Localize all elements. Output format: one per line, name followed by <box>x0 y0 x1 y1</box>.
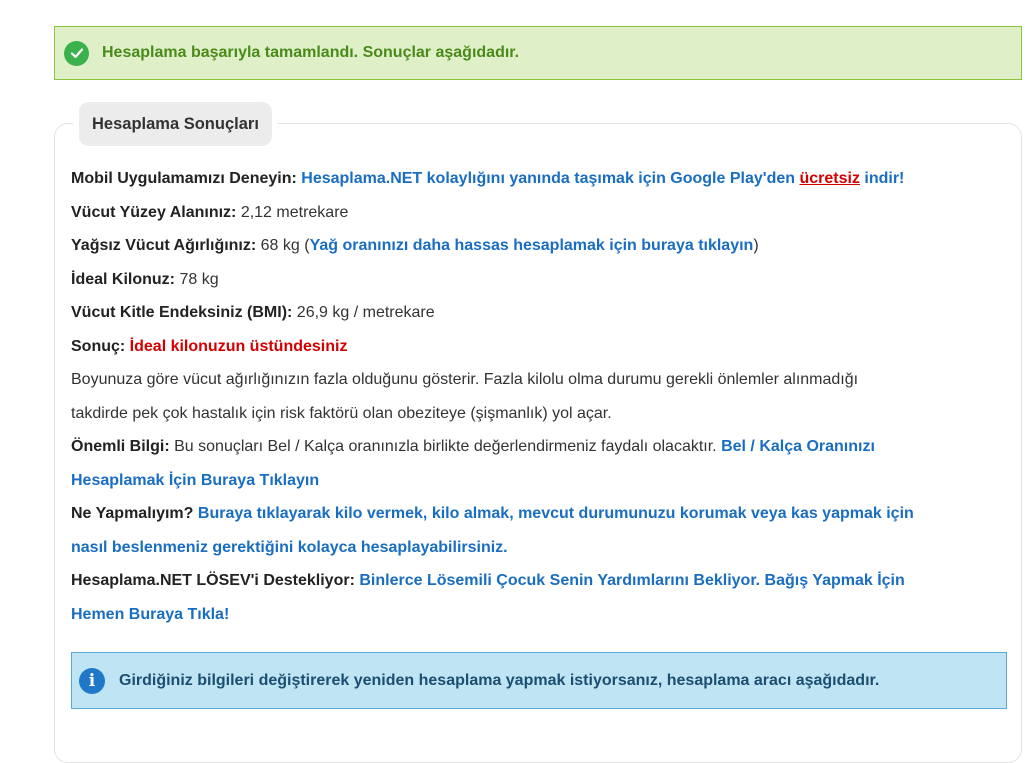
important-label: Önemli Bilgi: <box>71 438 170 455</box>
lean-mass-row: Yağsız Vücut Ağırlığınız: 68 kg (Yağ ora… <box>71 229 1006 263</box>
what-to-do-row: Ne Yapmalıyım? Buraya tıklayarak kilo ve… <box>71 497 1006 531</box>
donation-link-1[interactable]: Binlerce Lösemili Çocuk Senin Yardımları… <box>359 572 904 589</box>
body-surface-row: Vücut Yüzey Alanınız: 2,12 metrekare <box>71 196 1006 230</box>
waist-hip-link-1[interactable]: Bel / Kalça Oranınızı <box>721 438 875 455</box>
bmi-row: Vücut Kitle Endeksiniz (BMI): 26,9 kg / … <box>71 296 1006 330</box>
donation-link-2[interactable]: Hemen Buraya Tıkla! <box>71 606 229 623</box>
losev-label: Hesaplama.NET LÖSEV'i Destekliyor: <box>71 572 355 589</box>
info-circle-icon: i <box>79 667 105 694</box>
check-circle-icon <box>64 40 89 66</box>
results-content: Mobil Uygulamamızı Deneyin: Hesaplama.NE… <box>71 162 1006 631</box>
lean-mass-label: Yağsız Vücut Ağırlığınız: <box>71 237 257 254</box>
losev-row-2: Hemen Buraya Tıkla! <box>71 598 1006 632</box>
lean-mass-close: ) <box>753 237 759 254</box>
waist-hip-link-2[interactable]: Hesaplamak İçin Buraya Tıklayın <box>71 472 319 489</box>
result-value: İdeal kilonuzun üstündesiniz <box>129 337 348 355</box>
bmi-value: 26,9 kg / metrekare <box>296 304 435 321</box>
ideal-weight-label: İdeal Kilonuz: <box>71 270 175 288</box>
download-link[interactable]: indir! <box>864 170 904 187</box>
what-to-do-label: Ne Yapmalıyım? <box>71 505 194 522</box>
info-alert: i Girdiğiniz bilgileri değiştirerek yeni… <box>71 652 1007 709</box>
ideal-weight-row: İdeal Kilonuz: 78 kg <box>71 263 1006 297</box>
success-alert: Hesaplama başarıyla tamamlandı. Sonuçlar… <box>54 26 1022 80</box>
result-label: Sonuç: <box>71 337 126 355</box>
lean-mass-value: 68 kg ( <box>260 237 310 254</box>
nutrition-link-1[interactable]: Buraya tıklayarak kilo vermek, kilo alma… <box>198 505 914 522</box>
app-promo-row: Mobil Uygulamamızı Deneyin: Hesaplama.NE… <box>71 162 1006 196</box>
explanation-line-2: takdirde pek çok hastalık için risk fakt… <box>71 404 612 422</box>
panel-title: Hesaplama Sonuçları <box>79 102 272 146</box>
free-link[interactable]: ücretsiz <box>799 170 859 187</box>
result-row: Sonuç: İdeal kilonuzun üstündesiniz <box>71 330 1006 364</box>
what-to-do-row-2: nasıl beslenmeniz gerektiğini kolayca he… <box>71 531 1006 565</box>
fat-ratio-link[interactable]: Yağ oranınızı daha hassas hesaplamak içi… <box>310 237 754 254</box>
body-surface-label: Vücut Yüzey Alanınız: <box>71 203 237 221</box>
body-surface-value: 2,12 metrekare <box>240 203 349 221</box>
explanation-line-1: Boyunuza göre vücut ağırlığınızın fazla … <box>71 371 859 388</box>
bmi-label: Vücut Kitle Endeksiniz (BMI): <box>71 304 293 321</box>
important-row-2: Hesaplamak İçin Buraya Tıklayın <box>71 464 1006 498</box>
important-row: Önemli Bilgi: Bu sonuçları Bel / Kalça o… <box>71 430 1006 464</box>
app-promo-label: Mobil Uygulamamızı Deneyin: <box>71 170 297 187</box>
nutrition-link-2[interactable]: nasıl beslenmeniz gerektiğini kolayca he… <box>71 539 508 556</box>
success-message: Hesaplama başarıyla tamamlandı. Sonuçlar… <box>102 44 520 61</box>
ideal-weight-value: 78 kg <box>179 270 219 288</box>
losev-row: Hesaplama.NET LÖSEV'i Destekliyor: Binle… <box>71 564 1006 598</box>
info-message: Girdiğiniz bilgileri değiştirerek yenide… <box>119 671 880 689</box>
app-promo-link[interactable]: Hesaplama.NET kolaylığını yanında taşıma… <box>301 170 795 187</box>
important-text: Bu sonuçları Bel / Kalça oranınızla birl… <box>174 438 717 455</box>
